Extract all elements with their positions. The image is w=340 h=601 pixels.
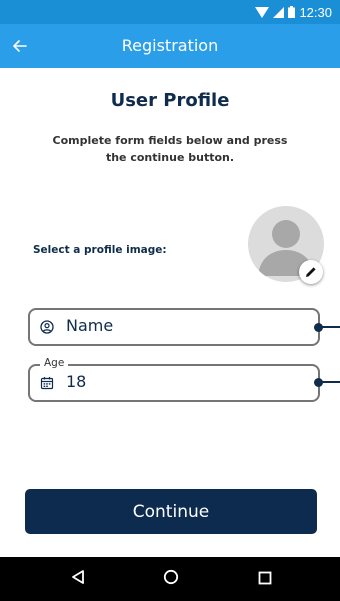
instructions-text: Complete form fields below and press the… bbox=[52, 134, 288, 164]
name-field-connector-line bbox=[322, 326, 340, 328]
battery-icon bbox=[288, 6, 296, 18]
name-field-value: Name bbox=[66, 316, 114, 335]
nav-recents-button[interactable] bbox=[255, 569, 275, 589]
age-field-value: 18 bbox=[66, 372, 87, 391]
profile-image-label: Select a profile image: bbox=[33, 244, 167, 256]
page-title: User Profile bbox=[110, 90, 230, 111]
recents-square-icon bbox=[258, 570, 272, 589]
edit-avatar-button[interactable] bbox=[299, 260, 323, 284]
status-bar: 12:30 bbox=[0, 0, 340, 24]
system-nav-bar bbox=[0, 557, 340, 601]
wifi-icon bbox=[255, 6, 270, 18]
signal-icon bbox=[273, 6, 285, 18]
nav-back-button[interactable] bbox=[68, 569, 88, 589]
age-field[interactable]: Age 18 bbox=[28, 357, 320, 402]
calendar-icon bbox=[40, 376, 54, 390]
pencil-icon bbox=[305, 263, 317, 282]
app-bar: Registration bbox=[0, 24, 340, 68]
home-circle-icon bbox=[163, 569, 179, 589]
app-bar-title: Registration bbox=[121, 36, 219, 55]
user-circle-icon bbox=[40, 320, 54, 334]
back-button[interactable] bbox=[6, 32, 34, 60]
age-field-connector-line bbox=[322, 381, 340, 383]
nav-home-button[interactable] bbox=[161, 569, 181, 589]
age-field-label: Age bbox=[40, 357, 69, 369]
back-triangle-icon bbox=[71, 569, 85, 589]
name-field[interactable]: Name bbox=[28, 308, 320, 346]
arrow-left-icon bbox=[13, 37, 27, 56]
continue-button[interactable]: Continue bbox=[25, 489, 317, 534]
status-time: 12:30 bbox=[299, 4, 332, 20]
